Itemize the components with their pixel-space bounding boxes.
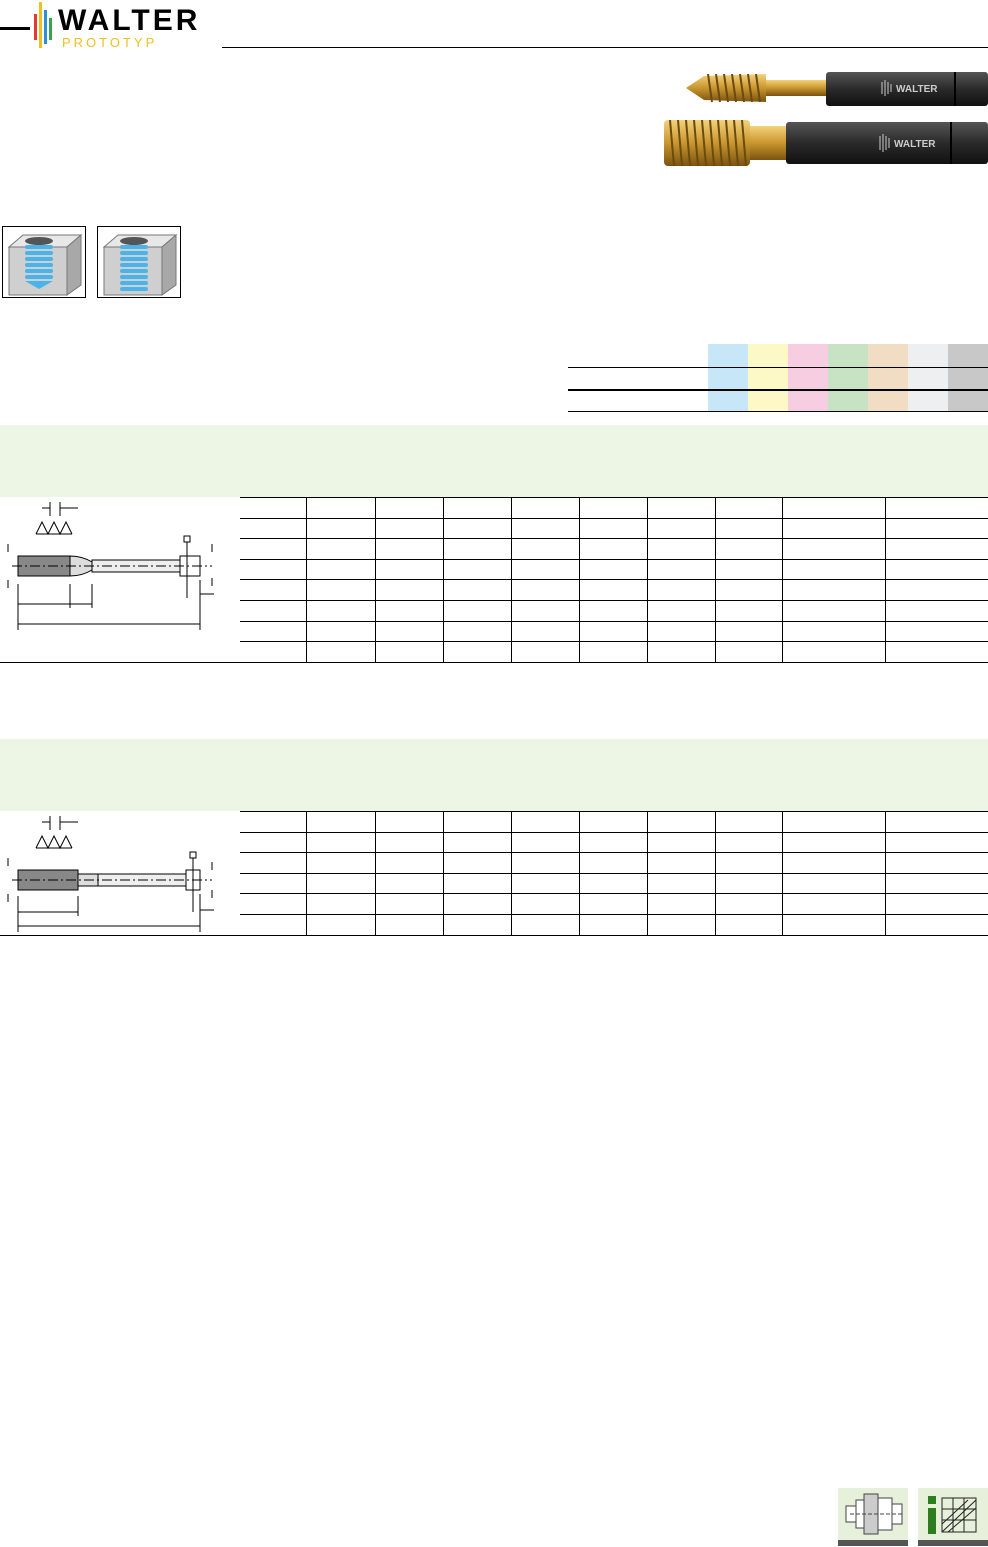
table-2-column-line [375,811,376,935]
material-color-swatch-2 [748,344,788,412]
table-2-row-line [240,811,988,812]
table-2-column-line [885,811,886,935]
table-2-column-line [306,811,307,935]
brand-name: WALTER [58,4,201,37]
table-2-row-line [240,872,988,874]
brand-subname: PROTOTYP [62,35,158,50]
tap-drawing-1 [7,502,214,630]
table-2-column-line [579,811,580,935]
table-1-row-line [240,538,988,540]
table-2-column-line [647,811,648,935]
blind-hole-icon [2,226,86,298]
tool-holder-icon[interactable] [838,1488,908,1546]
table-1-column-line [443,497,444,662]
table-2-column-line [511,811,512,935]
table-1-row-line [240,517,988,519]
material-color-swatch-5 [868,344,908,412]
header-rule [222,47,988,48]
table-2-column-line [782,811,783,935]
material-color-swatch-6 [908,344,948,412]
info-chart-icon[interactable] [918,1488,988,1546]
table-1-column-line [306,497,307,662]
table-1-column-line [885,497,886,662]
table-1-column-line [647,497,648,662]
svg-text:WALTER: WALTER [896,84,938,95]
tap-image-full-thread: WALTER [664,119,988,167]
table-1-row-line [240,641,988,643]
table-2-row-line [240,852,988,854]
material-color-swatch-4 [828,344,868,412]
material-color-swatch-7 [948,344,988,412]
table-1-row-line [240,620,988,622]
info-chart-icon-bar [918,1540,988,1546]
table-1-column-line [715,497,716,662]
legend-line-2 [568,389,988,391]
table-1-row-line [240,497,988,498]
material-color-swatch-3 [788,344,828,412]
table-1-column-line [782,497,783,662]
table-1-row-line [0,661,988,663]
table-1-column-line [579,497,580,662]
table-1-column-line [511,497,512,662]
brand-bars-icon [34,2,52,48]
table-2-row-line [240,893,988,895]
table-2-row-line [240,831,988,833]
table-2-column-line [715,811,716,935]
material-color-swatch-1 [708,344,748,412]
tap-image-short-thread: WALTER [686,72,988,106]
table-2-column-line [443,811,444,935]
table-2-row-line [0,934,988,936]
table-2-row-line [240,914,988,915]
table-1-column-line [375,497,376,662]
table-1-row-line [240,600,988,601]
table-1-row-line [240,579,988,581]
tap-drawing-2 [7,816,214,932]
section-2-header-band [0,739,988,811]
table-1-row-line [240,558,988,560]
tool-holder-icon-bar [838,1540,908,1546]
legend-line-3 [568,411,988,412]
logo-dash [0,27,30,30]
legend-line-1 [568,367,988,368]
svg-text:WALTER: WALTER [894,139,936,150]
through-hole-icon [97,226,181,298]
section-1-header-band [0,425,988,497]
